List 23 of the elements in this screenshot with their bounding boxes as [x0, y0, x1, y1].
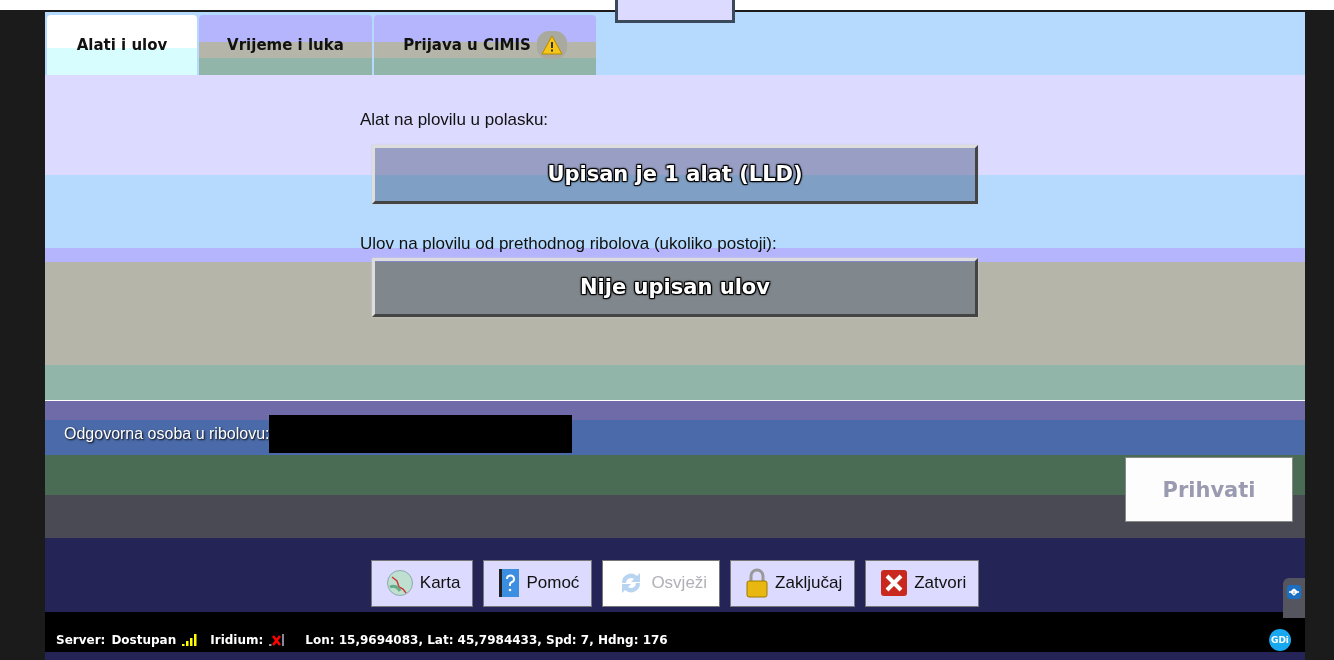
field-label: Odgovorna osoba u ribolovu: — [64, 425, 270, 444]
help-book-icon — [498, 568, 521, 599]
toolbar-button[interactable]: Zaključaj — [730, 559, 856, 607]
padlock-icon — [745, 568, 770, 599]
field-label: Alat na plovilu u polasku: — [360, 109, 550, 131]
field-label: Ulov na plovilu od prethodnog ribolova (ukoliko postoji): — [360, 233, 778, 255]
status-value: Dostupan — [111, 633, 177, 648]
entry-button[interactable]: Nije upisan ulov — [372, 257, 978, 317]
toolbar-button[interactable]: Karta — [370, 559, 474, 607]
status-label: Server: — [56, 633, 106, 648]
status-label: Iridium: — [210, 633, 264, 648]
position-text: Lon: 15,9694083, Lat: 45,7984433, Spd: 7, Hdng: 176 — [305, 633, 668, 648]
tab[interactable]: Prijava u CIMIS — [374, 14, 596, 75]
logo-badge: GDi — [1269, 629, 1291, 652]
remote-support-icon[interactable] — [1283, 578, 1305, 618]
warning-icon — [536, 30, 567, 59]
toolbar-button[interactable]: Zatvori — [865, 559, 980, 607]
globe-map-icon — [385, 569, 414, 598]
toolbar-button[interactable]: Pomoć — [483, 559, 593, 607]
partial-button[interactable] — [615, 0, 735, 23]
close-icon — [880, 569, 909, 598]
tab[interactable]: Alati i ulov — [47, 14, 197, 75]
tab[interactable]: Vrijeme i luka — [199, 14, 372, 75]
